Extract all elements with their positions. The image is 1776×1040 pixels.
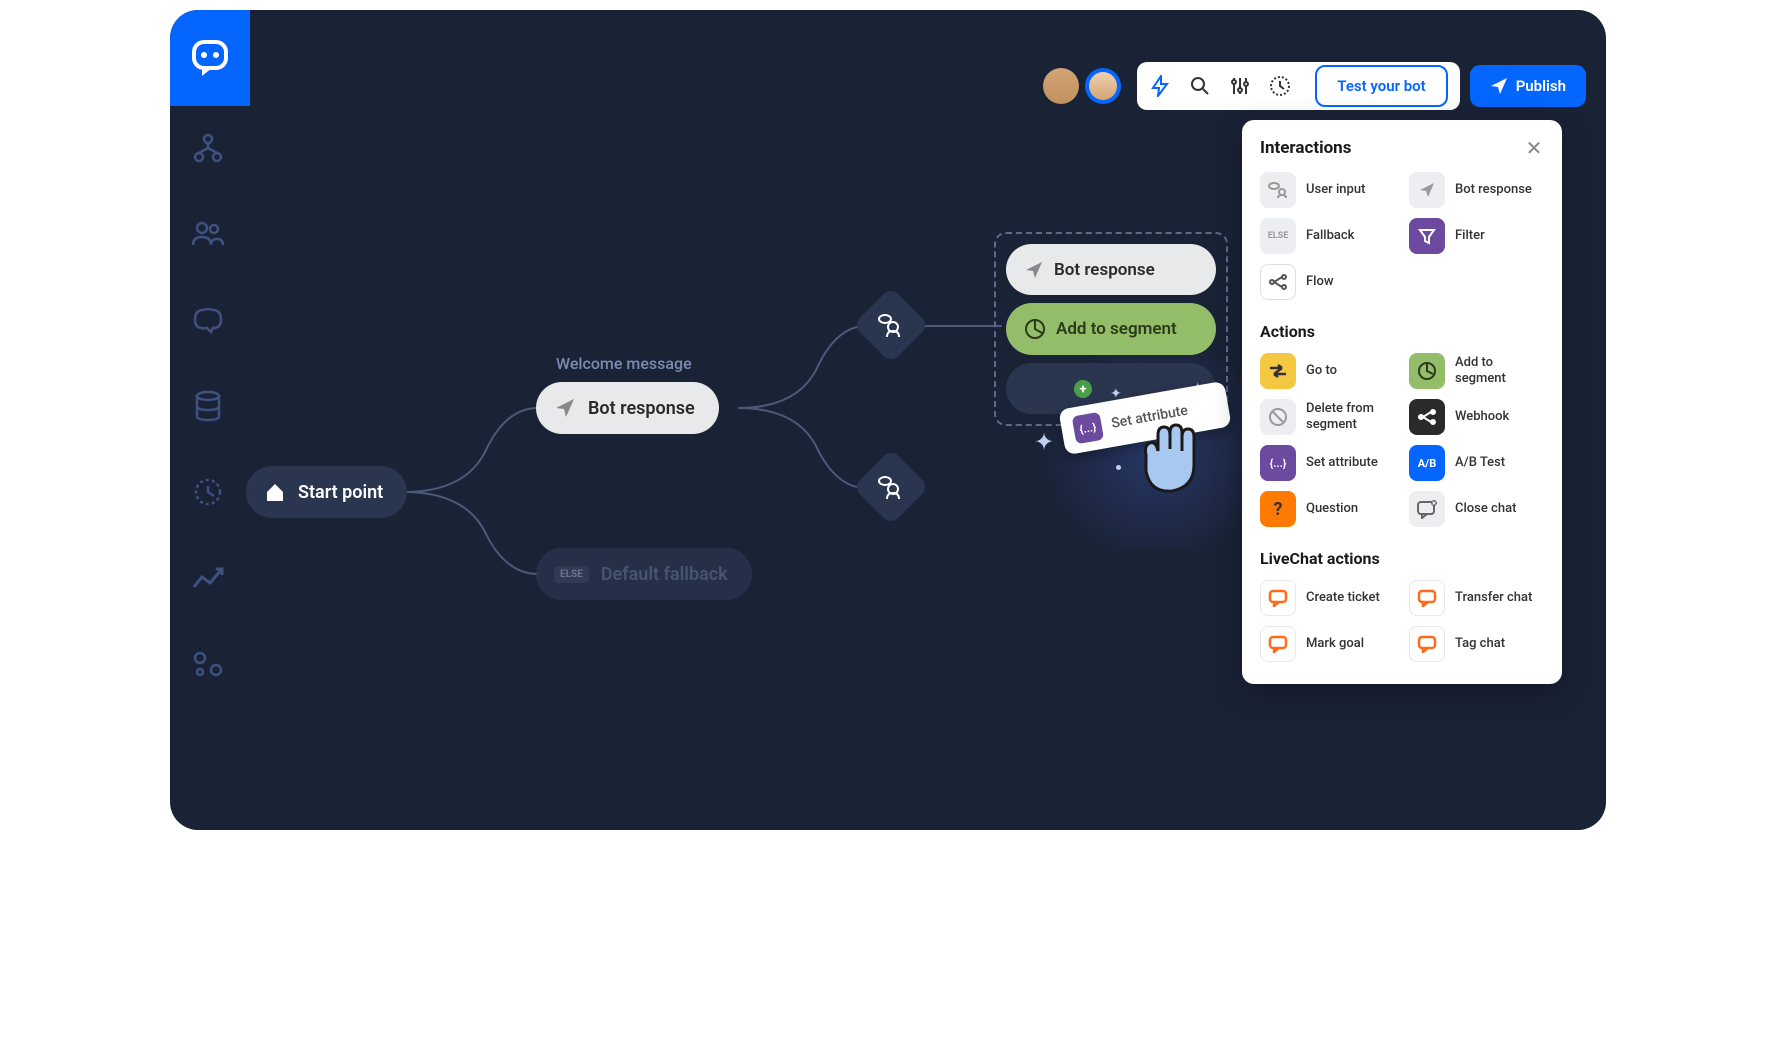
blocks-panel: Interactions ✕ User input Bot response E… [1242,120,1562,684]
block-delete-segment[interactable]: Delete from segment [1260,399,1395,435]
nav-flow-icon[interactable] [190,130,226,166]
drop-segment-label: Add to segment [1056,319,1177,339]
panel-title-actions: Actions [1260,322,1544,341]
bot-response-node[interactable]: Bot response [536,382,719,434]
block-tag-chat[interactable]: Tag chat [1409,626,1544,662]
send-icon [1024,260,1044,280]
block-user-input[interactable]: User input [1260,172,1395,208]
attribute-icon: {...} [1260,445,1296,481]
condition-node-1[interactable] [853,287,929,363]
send-icon [1409,172,1445,208]
webhook-icon [1409,399,1445,435]
block-bot-response[interactable]: Bot response [1409,172,1544,208]
user-chat-icon [877,473,905,501]
block-add-segment[interactable]: Add to segment [1409,353,1544,389]
nav-history-icon[interactable] [190,474,226,510]
panel-title-livechat: LiveChat actions [1260,549,1544,568]
sparkle-icon: ✦ [1034,428,1054,456]
nav-integrations-icon[interactable] [190,646,226,682]
send-icon [554,397,576,419]
nav-brain-icon[interactable] [190,302,226,338]
chat-icon [1260,626,1296,662]
filter-icon [1409,218,1445,254]
welcome-message-label: Welcome message [556,354,692,373]
drop-bot-response-node[interactable]: Bot response [1006,244,1216,295]
start-label: Start point [298,482,383,503]
left-nav [170,130,246,682]
block-flow[interactable]: Flow [1260,264,1395,300]
close-chat-icon [1409,491,1445,527]
grab-cursor-icon [1126,415,1206,505]
close-panel-button[interactable]: ✕ [1524,138,1544,158]
bot-response-label: Bot response [588,398,695,419]
block-close-chat[interactable]: Close chat [1409,491,1544,527]
attribute-icon: {...} [1072,412,1104,444]
question-icon: ? [1260,491,1296,527]
condition-node-2[interactable] [853,449,929,525]
block-question[interactable]: ? Question [1260,491,1395,527]
block-fallback[interactable]: ELSE Fallback [1260,218,1395,254]
user-input-icon [1260,172,1296,208]
block-transfer-chat[interactable]: Transfer chat [1409,580,1544,616]
block-mark-goal[interactable]: Mark goal [1260,626,1395,662]
delete-segment-icon [1260,399,1296,435]
flow-icon [1260,264,1296,300]
else-badge-icon: ELSE [1260,218,1296,254]
ab-test-icon: A/B [1409,445,1445,481]
drop-add-segment-node[interactable]: Add to segment [1006,303,1216,354]
nav-database-icon[interactable] [190,388,226,424]
start-node[interactable]: Start point [246,466,407,518]
nav-analytics-icon[interactable] [190,560,226,596]
fallback-label: Default fallback [601,564,728,585]
panel-title-interactions: Interactions [1260,138,1351,158]
block-goto[interactable]: Go to [1260,353,1395,389]
else-badge: ELSE [554,566,589,583]
add-indicator-icon: + [1074,380,1092,398]
block-webhook[interactable]: Webhook [1409,399,1544,435]
default-fallback-node[interactable]: ELSE Default fallback [536,548,752,600]
logo[interactable] [170,10,250,106]
sparkle-dot [1116,465,1121,470]
user-chat-icon [877,311,905,339]
segment-icon [1409,353,1445,389]
chatbot-logo-icon [188,36,232,80]
block-filter[interactable]: Filter [1409,218,1544,254]
chat-icon [1260,580,1296,616]
nav-users-icon[interactable] [190,216,226,252]
home-icon [264,481,286,503]
block-ab-test[interactable]: A/B A/B Test [1409,445,1544,481]
block-set-attribute[interactable]: {...} Set attribute [1260,445,1395,481]
segment-icon [1024,318,1046,340]
drop-bot-response-label: Bot response [1054,260,1155,280]
goto-icon [1260,353,1296,389]
chat-icon [1409,626,1445,662]
block-create-ticket[interactable]: Create ticket [1260,580,1395,616]
app-frame: Test your bot Publish Start point Welcom… [170,10,1606,830]
chat-icon [1409,580,1445,616]
